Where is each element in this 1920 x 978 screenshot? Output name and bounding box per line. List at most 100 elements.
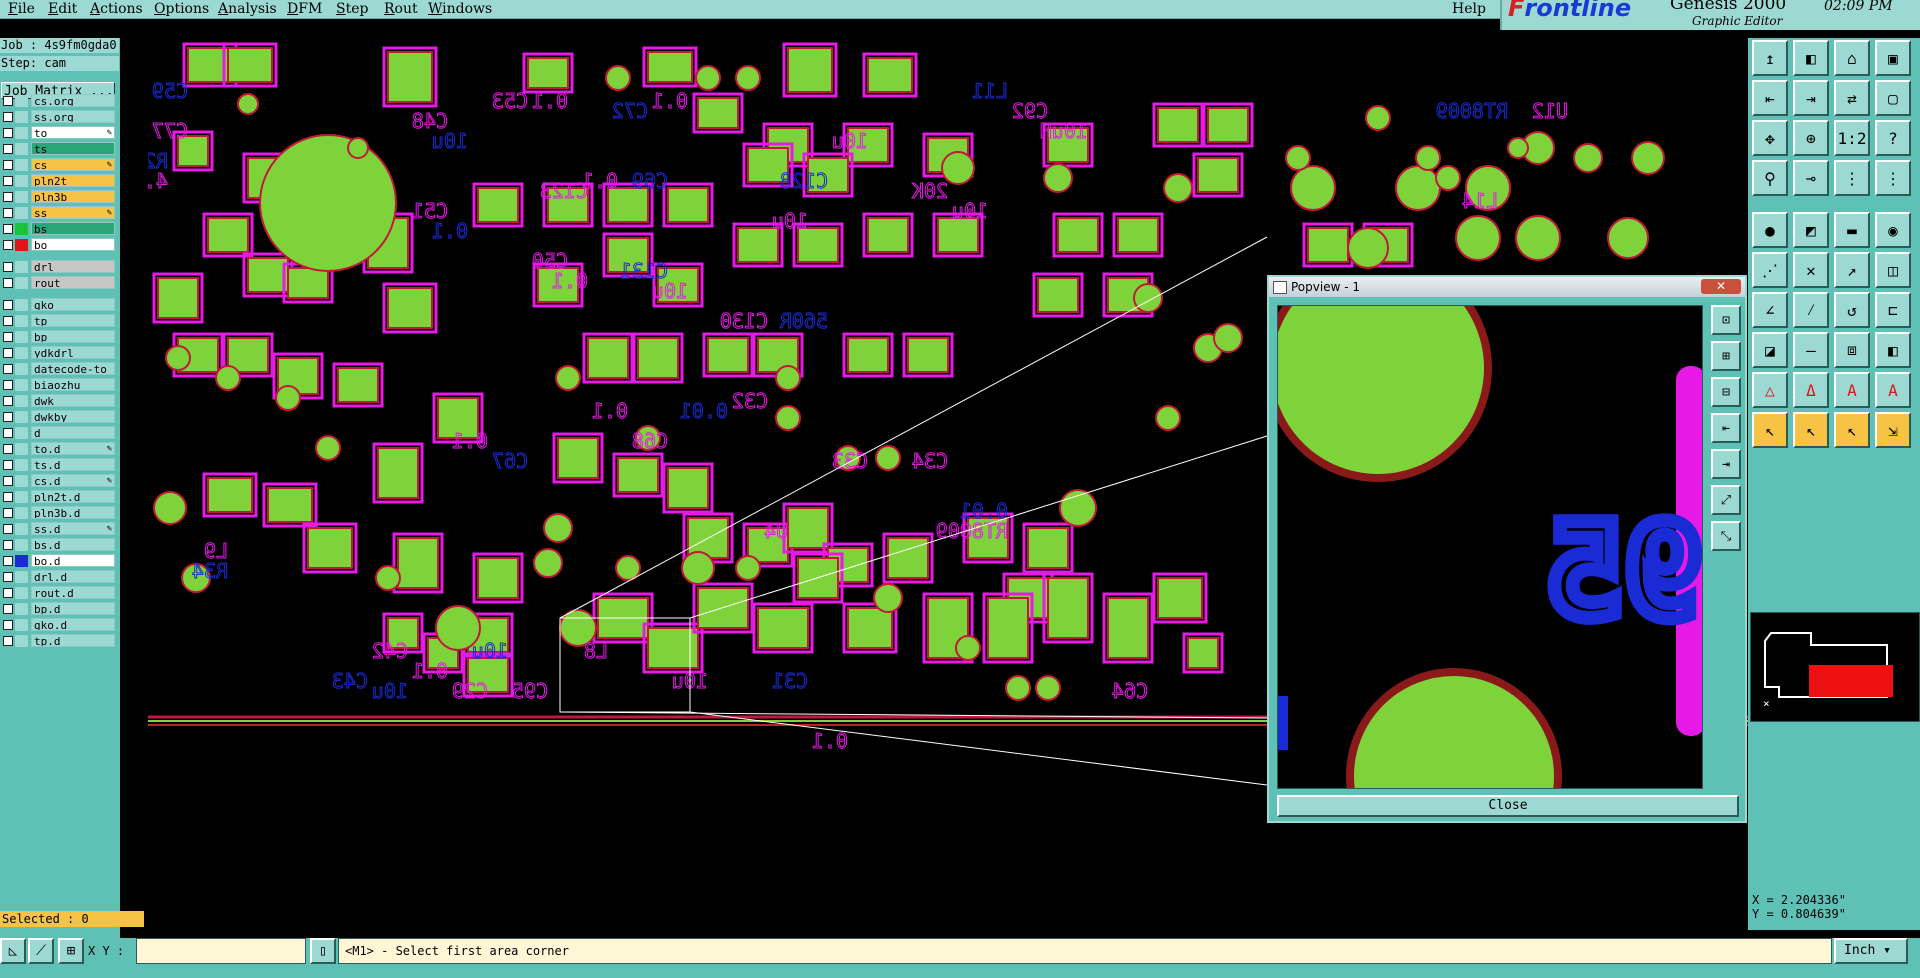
box-tool-icon[interactable]: ⧈ — [1834, 332, 1870, 368]
layer-color-swatch[interactable] — [15, 571, 28, 583]
layer-name[interactable]: cs.org — [31, 94, 115, 107]
layer-name[interactable]: dwkby — [31, 410, 115, 423]
layer-color-swatch[interactable] — [15, 191, 28, 203]
layer-color-swatch[interactable] — [15, 603, 28, 615]
layer-color-swatch[interactable] — [15, 427, 28, 439]
layer-row-tp[interactable]: tp — [1, 314, 117, 328]
cross-tool-icon[interactable]: ✕ — [1793, 252, 1829, 288]
layer-color-swatch[interactable] — [15, 395, 28, 407]
layer-name[interactable]: rout.d — [31, 586, 115, 599]
layer-row-bs-d[interactable]: bs.d — [1, 538, 117, 552]
resize-tool-icon[interactable]: ⇲ — [1875, 412, 1911, 448]
layer-checkbox[interactable] — [3, 572, 13, 582]
layer-row-rout[interactable]: rout — [1, 276, 117, 290]
measure-tool-icon[interactable]: ⚲ — [1752, 160, 1788, 196]
layer-name[interactable]: tp — [31, 314, 115, 327]
popview-contract-icon[interactable]: ⤡ — [1711, 521, 1741, 551]
circle-tool-icon[interactable]: ◉ — [1875, 212, 1911, 248]
layer-color-swatch[interactable] — [15, 127, 28, 139]
layer-row-gko-d[interactable]: gko.d — [1, 618, 117, 632]
layer-color-swatch[interactable] — [15, 143, 28, 155]
layer-row-gko[interactable]: gko — [1, 298, 117, 312]
layer-checkbox[interactable] — [3, 476, 13, 486]
menu-rout[interactable]: Rout — [384, 1, 418, 17]
layer-row-cs-d[interactable]: cs.d ✎ — [1, 474, 117, 488]
arrow-tool-icon[interactable]: ↗ — [1834, 252, 1870, 288]
layer-row-drl[interactable]: drl — [1, 260, 117, 274]
slash-tool-icon[interactable]: ⁄ — [1793, 292, 1829, 328]
layer-name[interactable]: cs.d ✎ — [31, 474, 115, 487]
close-icon[interactable]: ✕ — [1701, 279, 1741, 294]
layer-color-swatch[interactable] — [15, 277, 28, 289]
layer-checkbox[interactable] — [3, 192, 13, 202]
layer-checkbox[interactable] — [3, 128, 13, 138]
layer-checkbox[interactable] — [3, 380, 13, 390]
layer-checkbox[interactable] — [3, 412, 13, 422]
layer-checkbox[interactable] — [3, 208, 13, 218]
layer-name[interactable]: pln2t — [31, 174, 115, 187]
layer-color-swatch[interactable] — [15, 491, 28, 503]
layer-name[interactable]: bs.d — [31, 538, 115, 551]
layer-color-swatch[interactable] — [15, 223, 28, 235]
layer-name[interactable]: bp.d — [31, 602, 115, 615]
layer-row-ts[interactable]: ts — [1, 142, 117, 156]
save-tool-icon[interactable]: ◧ — [1793, 40, 1829, 76]
layer-name[interactable]: datecode-to — [31, 362, 115, 375]
layer-name[interactable]: ts.d — [31, 458, 115, 471]
layer-row-to-d[interactable]: to.d ✎ — [1, 442, 117, 456]
layer-row-datecode-to[interactable]: datecode-to — [1, 362, 117, 376]
layer-color-swatch[interactable] — [15, 475, 28, 487]
layer-color-swatch[interactable] — [15, 379, 28, 391]
layer-row-ydkdrl[interactable]: ydkdrl — [1, 346, 117, 360]
delta-tool-icon[interactable]: Δ — [1793, 372, 1829, 408]
layer-checkbox[interactable] — [3, 176, 13, 186]
layer-name[interactable]: gko.d — [31, 618, 115, 631]
layer-name[interactable]: to.d ✎ — [31, 442, 115, 455]
layer-checkbox[interactable] — [3, 332, 13, 342]
layer-name[interactable]: bp — [31, 330, 115, 343]
layer-color-swatch[interactable] — [15, 175, 28, 187]
popview-pan-left-icon[interactable]: ⇤ — [1711, 413, 1741, 443]
layer-row-cs[interactable]: cs ✎ — [1, 158, 117, 172]
layer-color-swatch[interactable] — [15, 239, 28, 251]
layer-name[interactable]: bo — [31, 238, 115, 251]
center-tool-icon[interactable]: ⊕ — [1793, 120, 1829, 156]
menu-analysis[interactable]: Analysis — [218, 1, 277, 17]
pad-tool-icon[interactable]: ◪ — [1752, 332, 1788, 368]
layer-name[interactable]: bs — [31, 222, 115, 235]
layer-row-cs-org[interactable]: cs.org — [1, 94, 117, 108]
layer-checkbox[interactable] — [3, 524, 13, 534]
line-tool-icon[interactable]: ▬ — [1834, 212, 1870, 248]
layer-row-ss-org[interactable]: ss.org — [1, 110, 117, 124]
menu-edit[interactable]: Edit — [48, 1, 77, 17]
popview-zoom-out-icon[interactable]: ⊟ — [1711, 377, 1741, 407]
layer-checkbox[interactable] — [3, 348, 13, 358]
popview-expand-icon[interactable]: ⤢ — [1711, 485, 1741, 515]
layer-color-swatch[interactable] — [15, 315, 28, 327]
layer-name[interactable]: ydkdrl — [31, 346, 115, 359]
layer-color-swatch[interactable] — [15, 555, 28, 567]
color-tool-icon[interactable]: ◩ — [1793, 212, 1829, 248]
layer-checkbox[interactable] — [3, 444, 13, 454]
window-tool-icon[interactable]: ▢ — [1875, 80, 1911, 116]
layer-name[interactable]: ss.org — [31, 110, 115, 123]
layer-checkbox[interactable] — [3, 428, 13, 438]
layer-checkbox[interactable] — [3, 224, 13, 234]
layer-checkbox[interactable] — [3, 460, 13, 470]
popview-zoom-in-icon[interactable]: ⊞ — [1711, 341, 1741, 371]
ratio-tool-icon[interactable]: 1:2 — [1834, 120, 1870, 156]
layer-name[interactable]: gko — [31, 298, 115, 311]
layer-color-swatch[interactable] — [15, 207, 28, 219]
panel-tool-icon[interactable]: ◫ — [1875, 252, 1911, 288]
layer-checkbox[interactable] — [3, 588, 13, 598]
layer-row-bp-d[interactable]: bp.d — [1, 602, 117, 616]
layer-checkbox[interactable] — [3, 508, 13, 518]
layer-name[interactable]: to ✎ — [31, 126, 115, 139]
layer-row-pln3b-d[interactable]: pln3b.d — [1, 506, 117, 520]
rotate-tool-icon[interactable]: ↺ — [1834, 292, 1870, 328]
layer-checkbox[interactable] — [3, 144, 13, 154]
layer-row-to[interactable]: to ✎ — [1, 126, 117, 140]
text-2-tool-icon[interactable]: A — [1875, 372, 1911, 408]
menu-actions[interactable]: Actions — [90, 1, 143, 17]
layer-color-swatch[interactable] — [15, 347, 28, 359]
